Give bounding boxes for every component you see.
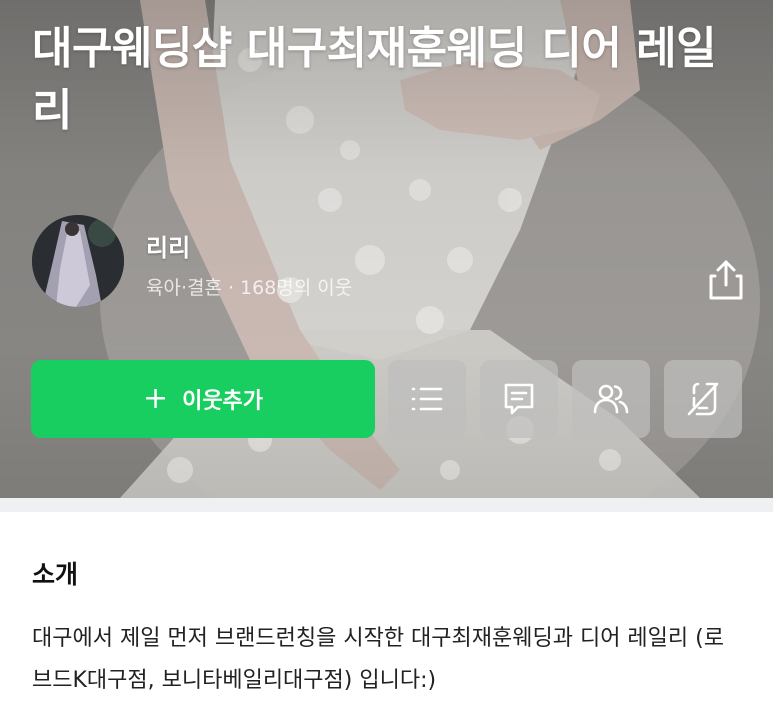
share-icon <box>709 260 743 300</box>
owner-category: 육아·결혼 <box>146 277 222 299</box>
avatar-image <box>32 215 124 307</box>
section-divider <box>0 498 773 512</box>
share-button[interactable] <box>700 254 752 306</box>
message-icon <box>504 383 534 415</box>
owner-neighbors[interactable]: 168명의 이웃 <box>240 277 352 299</box>
meta-separator: · <box>227 277 235 299</box>
add-neighbor-button[interactable]: + 이웃추가 <box>31 360 375 438</box>
owner-meta: 육아·결혼 · 168명의 이웃 <box>146 273 352 300</box>
avatar[interactable] <box>32 215 124 307</box>
notification-button[interactable] <box>664 360 742 438</box>
blog-title: 대구웨딩샵 대구최재훈웨딩 디어 레일리 <box>32 23 717 136</box>
add-neighbor-label: 이웃추가 <box>182 389 264 414</box>
notification-off-icon <box>687 382 719 416</box>
guestbook-button[interactable] <box>480 360 558 438</box>
owner-name[interactable]: 리리 <box>146 228 190 263</box>
neighbors-button[interactable] <box>572 360 650 438</box>
intro-section: 소개 대구에서 제일 먼저 브랜드런칭을 시작한 대구최재훈웨딩과 디어 레일리… <box>0 512 773 728</box>
intro-text: 대구에서 제일 먼저 브랜드런칭을 시작한 대구최재훈웨딩과 디어 레일리 (로… <box>32 626 724 693</box>
users-icon <box>593 384 629 414</box>
cover-section: 대구웨딩샵 대구최재훈웨딩 디어 레일리 리리 육아·결혼 · 168명의 이웃 +… <box>0 0 773 498</box>
plus-icon: + <box>142 381 169 416</box>
intro-heading: 소개 <box>32 560 79 589</box>
list-icon <box>411 387 443 411</box>
category-list-button[interactable] <box>388 360 466 438</box>
